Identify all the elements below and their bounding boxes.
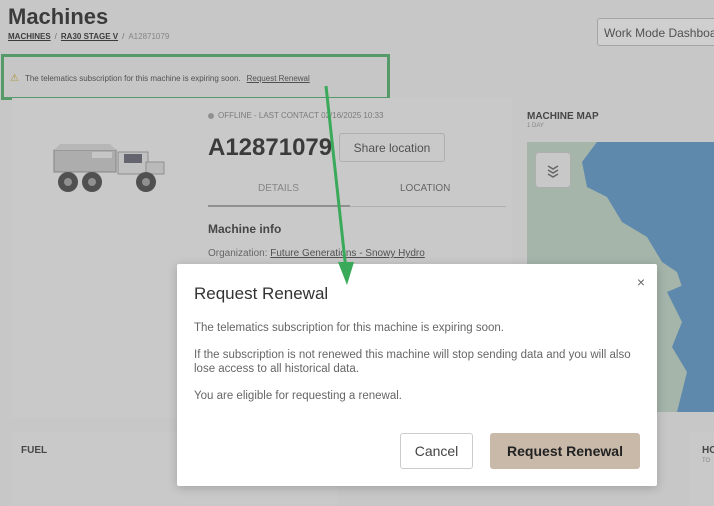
- dialog-paragraph: The telematics subscription for this mac…: [194, 322, 505, 334]
- request-renewal-dialog: × Request Renewal The telematics subscri…: [177, 264, 657, 486]
- dialog-paragraph: You are eligible for requesting a renewa…: [194, 390, 402, 402]
- close-icon[interactable]: ×: [637, 274, 645, 290]
- cancel-button[interactable]: Cancel: [400, 433, 473, 469]
- dialog-body: The telematics subscription for this mac…: [194, 321, 644, 416]
- request-renewal-button[interactable]: Request Renewal: [490, 433, 640, 469]
- dialog-title: Request Renewal: [194, 284, 329, 303]
- dialog-paragraph: If the subscription is not renewed this …: [194, 349, 631, 375]
